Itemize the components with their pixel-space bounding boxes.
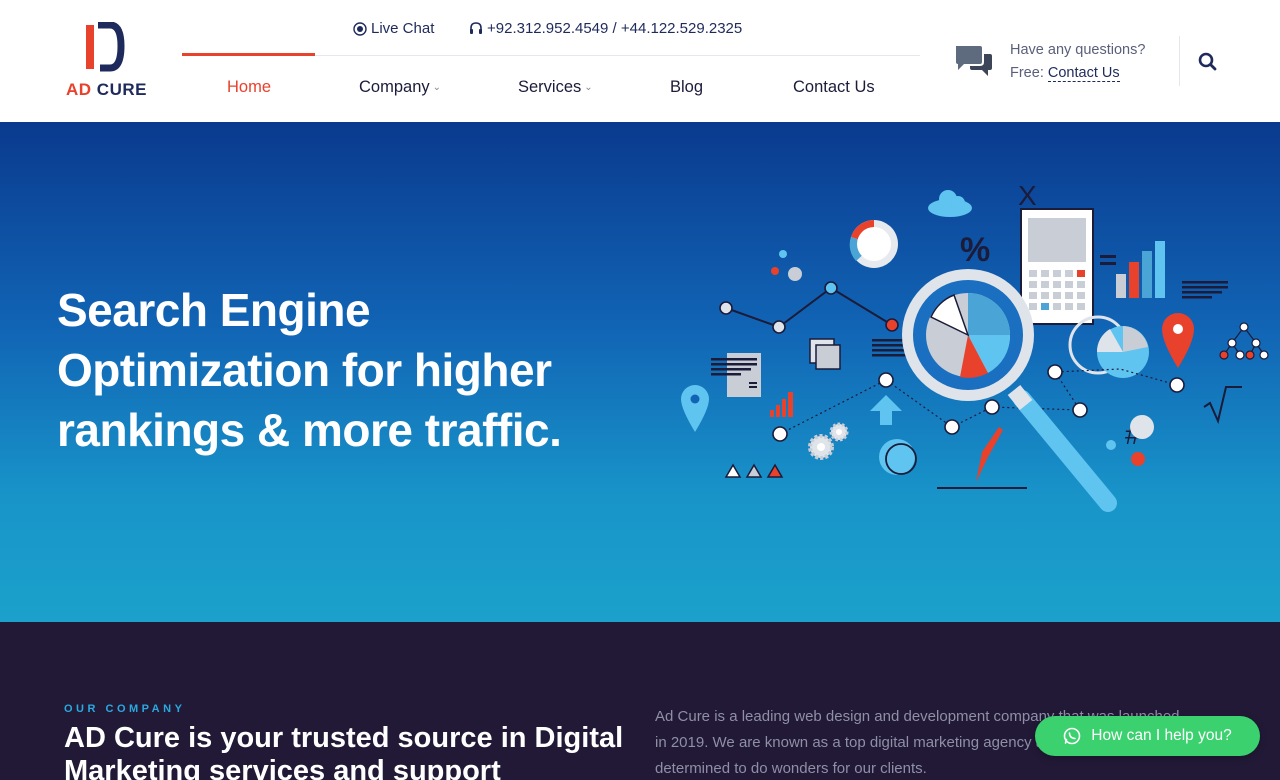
dot-icon xyxy=(771,267,779,275)
logo-text-cure: CURE xyxy=(96,80,147,99)
square-root-icon xyxy=(1203,386,1242,425)
whatsapp-chat-button[interactable]: How can I help you? xyxy=(1035,716,1260,756)
contact-us-link[interactable]: Contact Us xyxy=(1047,65,1120,82)
active-nav-indicator xyxy=(182,53,315,56)
search-icon[interactable] xyxy=(1196,50,1220,74)
bar-chart-icon xyxy=(1100,241,1228,299)
questions-contact-line: Free: Contact Us xyxy=(1010,65,1120,82)
hero-banner: Search Engine Optimization for higher ra… xyxy=(0,122,1280,622)
percent-icon: % xyxy=(960,231,990,269)
phone-numbers[interactable]: +92.312.952.4549 / +44.122.529.2325 xyxy=(469,20,742,37)
section-eyebrow: OUR COMPANY xyxy=(64,703,186,715)
whatsapp-icon xyxy=(1063,727,1081,745)
dot-icon xyxy=(1130,415,1154,439)
network-tree-icon xyxy=(1219,322,1269,360)
logo-text-ad: AD xyxy=(66,80,92,99)
whatsapp-label: How can I help you? xyxy=(1091,727,1232,744)
target-icon xyxy=(353,21,367,36)
circle-badge-icon xyxy=(879,439,917,475)
headset-icon xyxy=(470,21,482,34)
logo-text: AD CURE xyxy=(66,80,147,100)
free-label: Free: xyxy=(1010,65,1044,81)
site-header: AD CURE Live Chat +92.312.952.4549 / +44… xyxy=(0,0,1280,122)
calculator-icon xyxy=(1020,208,1094,325)
node-icon xyxy=(772,320,786,334)
pen-icon xyxy=(976,427,1003,482)
dot-icon xyxy=(1106,440,1116,450)
header-divider xyxy=(1179,36,1180,86)
nav-label: Services xyxy=(518,78,582,96)
x-symbol-icon: X xyxy=(1018,180,1037,211)
donut-chart-icon xyxy=(849,219,898,268)
cloud-icon xyxy=(928,190,972,217)
live-chat-label: Live Chat xyxy=(371,20,435,37)
nav-label: Contact Us xyxy=(793,78,875,96)
nav-item-blog[interactable]: Blog xyxy=(670,78,703,97)
gears-icon xyxy=(808,422,849,460)
logo-mark-icon xyxy=(86,21,125,72)
nav-item-contact[interactable]: Contact Us xyxy=(793,78,875,97)
phone-text: +92.312.952.4549 / +44.122.529.2325 xyxy=(487,20,743,37)
node-icon xyxy=(824,281,838,295)
top-contact-bar: Live Chat +92.312.952.4549 / +44.122.529… xyxy=(182,0,920,56)
chevron-down-icon: ⌄ xyxy=(584,82,593,93)
dot-icon xyxy=(788,267,802,281)
site-logo[interactable]: AD CURE xyxy=(66,21,148,102)
document-icon xyxy=(711,353,761,397)
nav-label: Blog xyxy=(670,78,704,96)
main-nav: Home Company ⌄ Services ⌄ Blog Contact U… xyxy=(182,78,920,102)
company-section: OUR COMPANY AD Cure is your trusted sour… xyxy=(0,622,1280,780)
chevron-down-icon: ⌄ xyxy=(432,82,442,93)
dot-icon xyxy=(1131,452,1145,466)
node-icon xyxy=(719,301,733,315)
location-pin-icon xyxy=(681,385,709,432)
arrow-up-icon xyxy=(870,395,902,425)
nav-item-home[interactable]: Home xyxy=(227,78,271,97)
line-chart-icon xyxy=(725,286,893,329)
seo-illustration-icon: % X xyxy=(681,180,1269,512)
questions-box: Have any questions? Free: Contact Us xyxy=(954,40,1174,90)
section-heading: AD Cure is your trusted source in Digita… xyxy=(64,722,624,780)
nav-item-services[interactable]: Services ⌄ xyxy=(518,78,593,97)
triangles-icon xyxy=(724,463,784,478)
live-chat-link[interactable]: Live Chat xyxy=(353,20,434,37)
pie-chart-icon xyxy=(1068,315,1149,378)
mini-bar-chart-icon xyxy=(770,392,793,417)
nav-label: Home xyxy=(227,78,272,96)
hero-title: Search Engine Optimization for higher ra… xyxy=(57,284,562,456)
nav-label: Company xyxy=(359,78,430,96)
questions-text: Have any questions? xyxy=(1010,42,1146,58)
layers-icon xyxy=(809,338,841,370)
map-pin-icon xyxy=(1162,313,1194,368)
node-icon xyxy=(885,318,899,332)
chat-bubbles-icon xyxy=(956,46,992,76)
nav-item-company[interactable]: Company ⌄ xyxy=(359,78,441,97)
dot-icon xyxy=(779,250,787,258)
